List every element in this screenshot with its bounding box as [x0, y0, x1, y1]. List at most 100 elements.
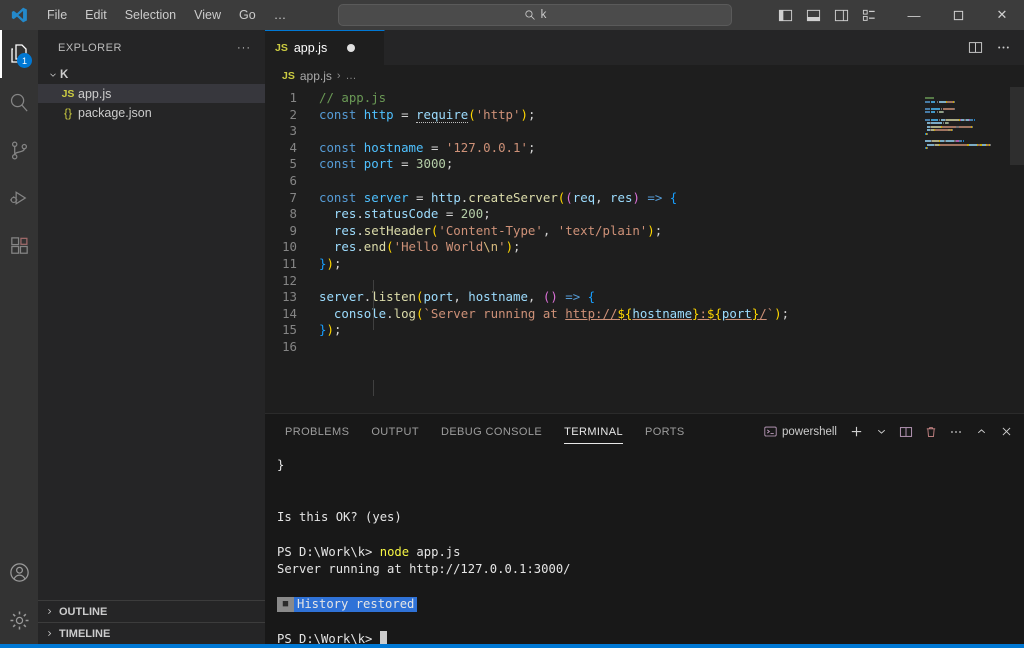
code-token: ;	[446, 156, 453, 171]
menu-go[interactable]: Go	[230, 4, 265, 26]
tree-file-app-js[interactable]: JS app.js	[38, 84, 265, 103]
code-token: hostname	[468, 289, 528, 304]
maximize-button[interactable]	[936, 0, 980, 30]
search-input[interactable]: k	[338, 4, 732, 26]
code-token: setHeader	[364, 223, 431, 238]
activity-bar: 1	[0, 30, 38, 644]
terminal-tab-powershell[interactable]: powershell	[758, 425, 843, 438]
code-token: `Server running at	[423, 306, 565, 321]
tab-output[interactable]: OUTPUT	[363, 414, 427, 449]
code-token: (	[468, 107, 475, 122]
terminal-text: Server running at http://127.0.0.1:3000/	[277, 562, 571, 576]
tree-file-package-json[interactable]: {} package.json	[38, 103, 265, 122]
code-text[interactable]: 1// app.js2const http = require('http');…	[265, 87, 1024, 356]
terminal-text: node	[380, 545, 409, 559]
status-bar[interactable]	[0, 644, 1024, 648]
terminal-line	[277, 614, 1024, 631]
menu-edit[interactable]: Edit	[76, 4, 116, 26]
code-surface[interactable]: 1// app.js2const http = require('http');…	[265, 87, 1024, 413]
menu-bar: File Edit Selection View Go …	[38, 4, 295, 26]
menu-more[interactable]: …	[265, 4, 296, 26]
panel-tabs-bar: PROBLEMS OUTPUT DEBUG CONSOLE TERMINAL P…	[265, 414, 1024, 449]
code-token: )	[326, 256, 333, 271]
breadcrumb-file[interactable]: app.js	[300, 69, 332, 83]
toggle-secondary-sidebar-icon[interactable]	[828, 3, 854, 27]
code-token: .	[356, 223, 363, 238]
unsaved-dot-icon[interactable]	[347, 44, 355, 52]
terminal-name: powershell	[782, 426, 837, 438]
sidebar-item-search[interactable]	[0, 78, 38, 126]
code-token: (	[386, 239, 393, 254]
split-editor-icon[interactable]	[962, 35, 988, 61]
tab-debug-console[interactable]: DEBUG CONSOLE	[433, 414, 550, 449]
code-token: ,	[543, 223, 558, 238]
breadcrumb-tail[interactable]: …	[346, 70, 357, 82]
explorer-sidebar: EXPLORER ··· K JS app.js {}	[38, 30, 265, 644]
menu-file[interactable]: File	[38, 4, 76, 26]
new-terminal-icon[interactable]	[844, 420, 868, 444]
menu-view[interactable]: View	[185, 4, 230, 26]
code-token: ${	[707, 306, 722, 321]
close-panel-icon[interactable]	[994, 420, 1018, 444]
toggle-primary-sidebar-icon[interactable]	[772, 3, 798, 27]
chevron-down-icon[interactable]	[869, 420, 893, 444]
editor-scrollbar[interactable]	[1010, 87, 1024, 413]
chevron-down-icon	[46, 70, 60, 80]
workbench-body: 1	[0, 30, 1024, 644]
line-number: 15	[265, 322, 297, 339]
terminal-line: ■History restored	[277, 596, 1024, 613]
customize-layout-icon[interactable]	[856, 3, 882, 27]
terminal-line	[277, 474, 1024, 491]
code-token: res	[334, 206, 356, 221]
code-token: 'text/plain'	[558, 223, 648, 238]
code-token: .	[356, 239, 363, 254]
toggle-panel-icon[interactable]	[800, 3, 826, 27]
code-token	[356, 190, 363, 205]
panel-more-actions-icon[interactable]	[944, 420, 968, 444]
tab-problems[interactable]: PROBLEMS	[277, 414, 357, 449]
code-editor[interactable]: 1// app.js2const http = require('http');…	[265, 87, 1024, 413]
code-token	[438, 206, 445, 221]
tab-app-js[interactable]: JS app.js	[265, 30, 385, 65]
terminal-output[interactable]: }Is this OK? (yes)PS D:\Work\k> node app…	[265, 449, 1024, 644]
hide-panel-icon[interactable]	[969, 420, 993, 444]
code-token: ;	[528, 140, 535, 155]
line-number: 8	[265, 206, 297, 223]
outline-label: OUTLINE	[59, 606, 107, 618]
close-button[interactable]: ✕	[980, 0, 1024, 30]
sidebar-item-explorer[interactable]: 1	[0, 30, 38, 78]
terminal-line	[277, 492, 1024, 509]
indent-guide	[373, 380, 374, 396]
terminal-line: Server running at http://127.0.0.1:3000/	[277, 561, 1024, 578]
line-number: 2	[265, 107, 297, 124]
tree-folder-k[interactable]: K	[38, 65, 265, 84]
sidebar-item-extensions[interactable]	[0, 222, 38, 270]
menu-selection[interactable]: Selection	[116, 4, 185, 26]
sidebar-item-source-control[interactable]	[0, 126, 38, 174]
code-token: :	[700, 306, 707, 321]
trash-icon[interactable]	[919, 420, 943, 444]
minimize-button[interactable]: —	[892, 0, 936, 30]
split-terminal-icon[interactable]	[894, 420, 918, 444]
code-line: 3	[265, 123, 1024, 140]
scrollbar-thumb[interactable]	[1010, 87, 1024, 165]
code-token: hostname	[364, 140, 424, 155]
code-token	[423, 190, 430, 205]
sidebar-item-run-and-debug[interactable]	[0, 174, 38, 222]
code-token: =	[401, 156, 408, 171]
tab-label: app.js	[294, 41, 327, 55]
tab-ports[interactable]: PORTS	[637, 414, 693, 449]
tab-terminal[interactable]: TERMINAL	[556, 414, 631, 449]
terminal-text: PS D:\Work\k>	[277, 632, 380, 644]
code-token: /	[759, 306, 766, 321]
code-token	[409, 190, 416, 205]
accounts-icon[interactable]	[0, 548, 38, 596]
vscode-logo-icon	[0, 0, 38, 30]
line-number: 4	[265, 140, 297, 157]
outline-section[interactable]: OUTLINE	[38, 600, 265, 622]
more-editor-actions-icon[interactable]	[990, 35, 1016, 61]
code-token: )	[647, 223, 654, 238]
gear-icon[interactable]	[0, 596, 38, 644]
timeline-section[interactable]: TIMELINE	[38, 622, 265, 644]
explorer-more-actions-icon[interactable]: ···	[231, 42, 257, 54]
